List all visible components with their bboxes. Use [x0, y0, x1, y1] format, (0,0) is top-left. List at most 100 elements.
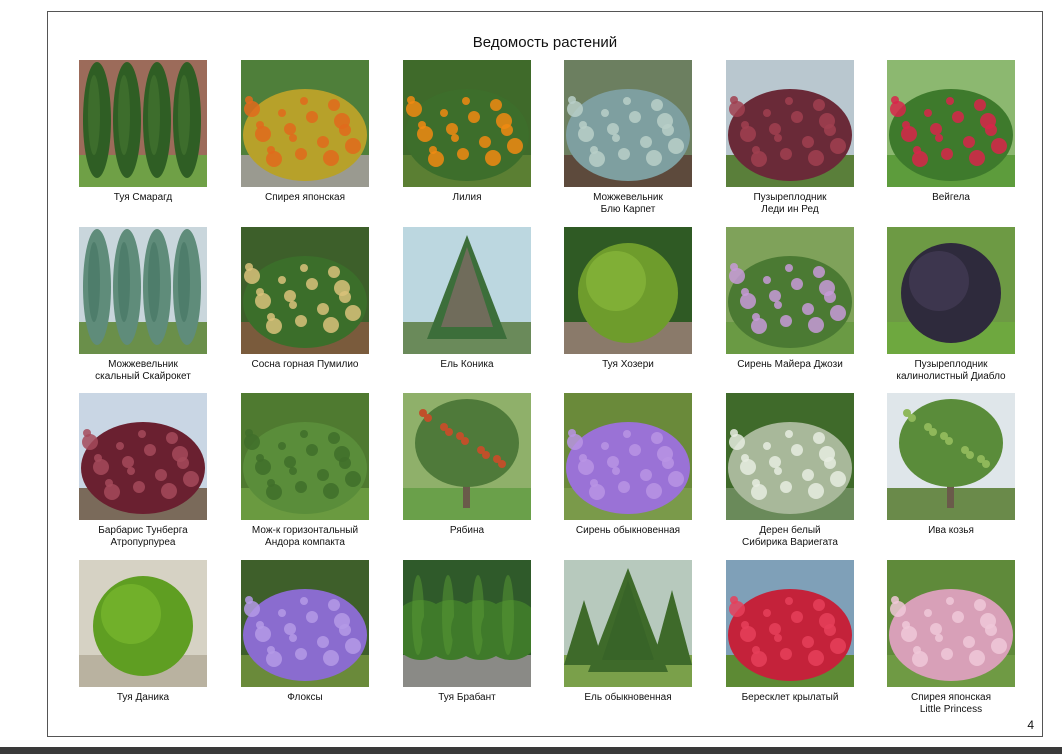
plant-name: Туя Даника [116, 692, 170, 703]
plant-caption: Вейгела [876, 192, 1026, 204]
barberry-photo [79, 393, 207, 520]
plant-card: Бересклет крылатый [726, 560, 854, 704]
phlox-photo [241, 560, 369, 687]
plant-name: Рябина [449, 525, 485, 536]
plant-caption: Можжевельник скальный Скайрокет [68, 359, 218, 383]
plant-caption: Сирень Майера Джози [715, 359, 865, 371]
plant-name: Туя Хозери [602, 359, 654, 370]
plant-card: Лилия [403, 60, 531, 204]
page-number: 4 [1027, 718, 1034, 732]
plant-card: Туя Даника [79, 560, 207, 704]
plant-name: Пузыреплодник [914, 359, 988, 370]
juniper-horizontal-photo [241, 393, 369, 520]
plant-name: Лилия [452, 192, 482, 203]
plant-card: Спирея японская Little Princess [887, 560, 1015, 716]
plant-card: Рябина [403, 393, 531, 537]
plant-name: Спирея японская [910, 692, 992, 703]
plant-caption: Туя Хозери [553, 359, 703, 371]
spirea-princess-photo [887, 560, 1015, 687]
physocarpus-photo [726, 60, 854, 187]
spruce-conica-photo [403, 227, 531, 354]
plant-caption: Ель обыкновенная [553, 692, 703, 704]
plant-card: Ель Коника [403, 227, 531, 371]
spruce-common-photo [564, 560, 692, 687]
plant-caption: Рябина [392, 525, 542, 537]
plant-card: Ива козья [887, 393, 1015, 537]
plant-name: Спирея японская [264, 192, 346, 203]
plant-card: Вейгела [887, 60, 1015, 204]
plant-card: Сирень обыкновенная [564, 393, 692, 537]
physocarpus-diablo-photo [887, 227, 1015, 354]
plant-name: Вейгела [932, 192, 970, 203]
plant-caption: Пузыреплодник калинолистный Диабло [876, 359, 1026, 383]
plant-variety: Леди ин Ред [761, 204, 819, 215]
thuja-danica-photo [79, 560, 207, 687]
plant-card: Сирень Майера Джози [726, 227, 854, 371]
plant-card: Спирея японская [241, 60, 369, 204]
plant-caption: Спирея японская Little Princess [876, 692, 1026, 716]
plant-caption: Пузыреплодник Леди ин Ред [715, 192, 865, 216]
willow-photo [887, 393, 1015, 520]
thuja-hedge-photo [403, 560, 531, 687]
plant-card: Дерен белый Сибирика Вариегата [726, 393, 854, 549]
plant-name: Ель Коника [440, 359, 494, 370]
plant-variety: Андора компакта [265, 537, 345, 548]
plant-name: Туя Брабант [438, 692, 496, 703]
plant-caption: Мож-к горизонтальный Андора компакта [230, 525, 380, 549]
plant-card: Пузыреплодник калинолистный Диабло [887, 227, 1015, 383]
plant-caption: Дерен белый Сибирика Вариегата [715, 525, 865, 549]
plant-caption: Можжевельник Блю Карпет [553, 192, 703, 216]
plant-name: Бересклет крылатый [741, 692, 839, 703]
plant-caption: Спирея японская [230, 192, 380, 204]
mountain-pine-photo [241, 227, 369, 354]
plant-variety: Блю Карпет [600, 204, 656, 215]
plant-name: Флоксы [287, 692, 323, 703]
plant-card: Ель обыкновенная [564, 560, 692, 704]
plant-caption: Флоксы [230, 692, 380, 704]
plant-variety: скальный Скайрокет [95, 371, 191, 382]
plant-name: Ива козья [928, 525, 974, 536]
plant-caption: Барбарис Тунберга Атропурпуреа [68, 525, 218, 549]
spirea-hedge-photo [241, 60, 369, 187]
plant-card: Можжевельник скальный Скайрокет [79, 227, 207, 383]
plant-name: Пузыреплодник [753, 192, 827, 203]
plant-caption: Бересклет крылатый [715, 692, 865, 704]
plant-name: Сирень обыкновенная [575, 525, 681, 536]
plant-card: Туя Хозери [564, 227, 692, 371]
plant-variety: Сибирика Вариегата [742, 537, 838, 548]
dogwood-photo [726, 393, 854, 520]
plant-name: Сосна горная Пумилио [251, 359, 359, 370]
rowan-photo [403, 393, 531, 520]
lilac-common-photo [564, 393, 692, 520]
plant-caption: Туя Брабант [392, 692, 542, 704]
weigela-photo [887, 60, 1015, 187]
juniper-carpet-photo [564, 60, 692, 187]
viewer-bottom-bar [0, 747, 1062, 754]
plant-card: Барбарис Тунберга Атропурпуреа [79, 393, 207, 549]
plant-caption: Туя Даника [68, 692, 218, 704]
plant-name: Ель обыкновенная [584, 692, 672, 703]
plant-caption: Сирень обыкновенная [553, 525, 703, 537]
plant-card: Туя Брабант [403, 560, 531, 704]
plant-name: Дерен белый [759, 525, 821, 536]
plant-card: Сосна горная Пумилио [241, 227, 369, 371]
lilac-meyer-photo [726, 227, 854, 354]
plant-caption: Лилия [392, 192, 542, 204]
plant-variety: Атропурпуреа [110, 537, 176, 548]
juniper-skyrocket-photo [79, 227, 207, 354]
plant-card: Можжевельник Блю Карпет [564, 60, 692, 216]
plant-caption: Ива козья [876, 525, 1026, 537]
plant-name: Сирень Майера Джози [737, 359, 843, 370]
plant-card: Туя Смарагд [79, 60, 207, 204]
plant-name: Туя Смарагд [113, 192, 173, 203]
plant-caption: Ель Коника [392, 359, 542, 371]
plant-variety: калинолистный Диабло [896, 371, 1006, 382]
plant-card: Флоксы [241, 560, 369, 704]
plant-variety: Little Princess [919, 704, 983, 715]
daylily-photo [403, 60, 531, 187]
plant-caption: Туя Смарагд [68, 192, 218, 204]
plant-name: Можжевельник [108, 359, 178, 370]
plant-name: Мож-к горизонтальный [251, 525, 359, 536]
plant-card: Пузыреплодник Леди ин Ред [726, 60, 854, 216]
thuja-globe-photo [564, 227, 692, 354]
